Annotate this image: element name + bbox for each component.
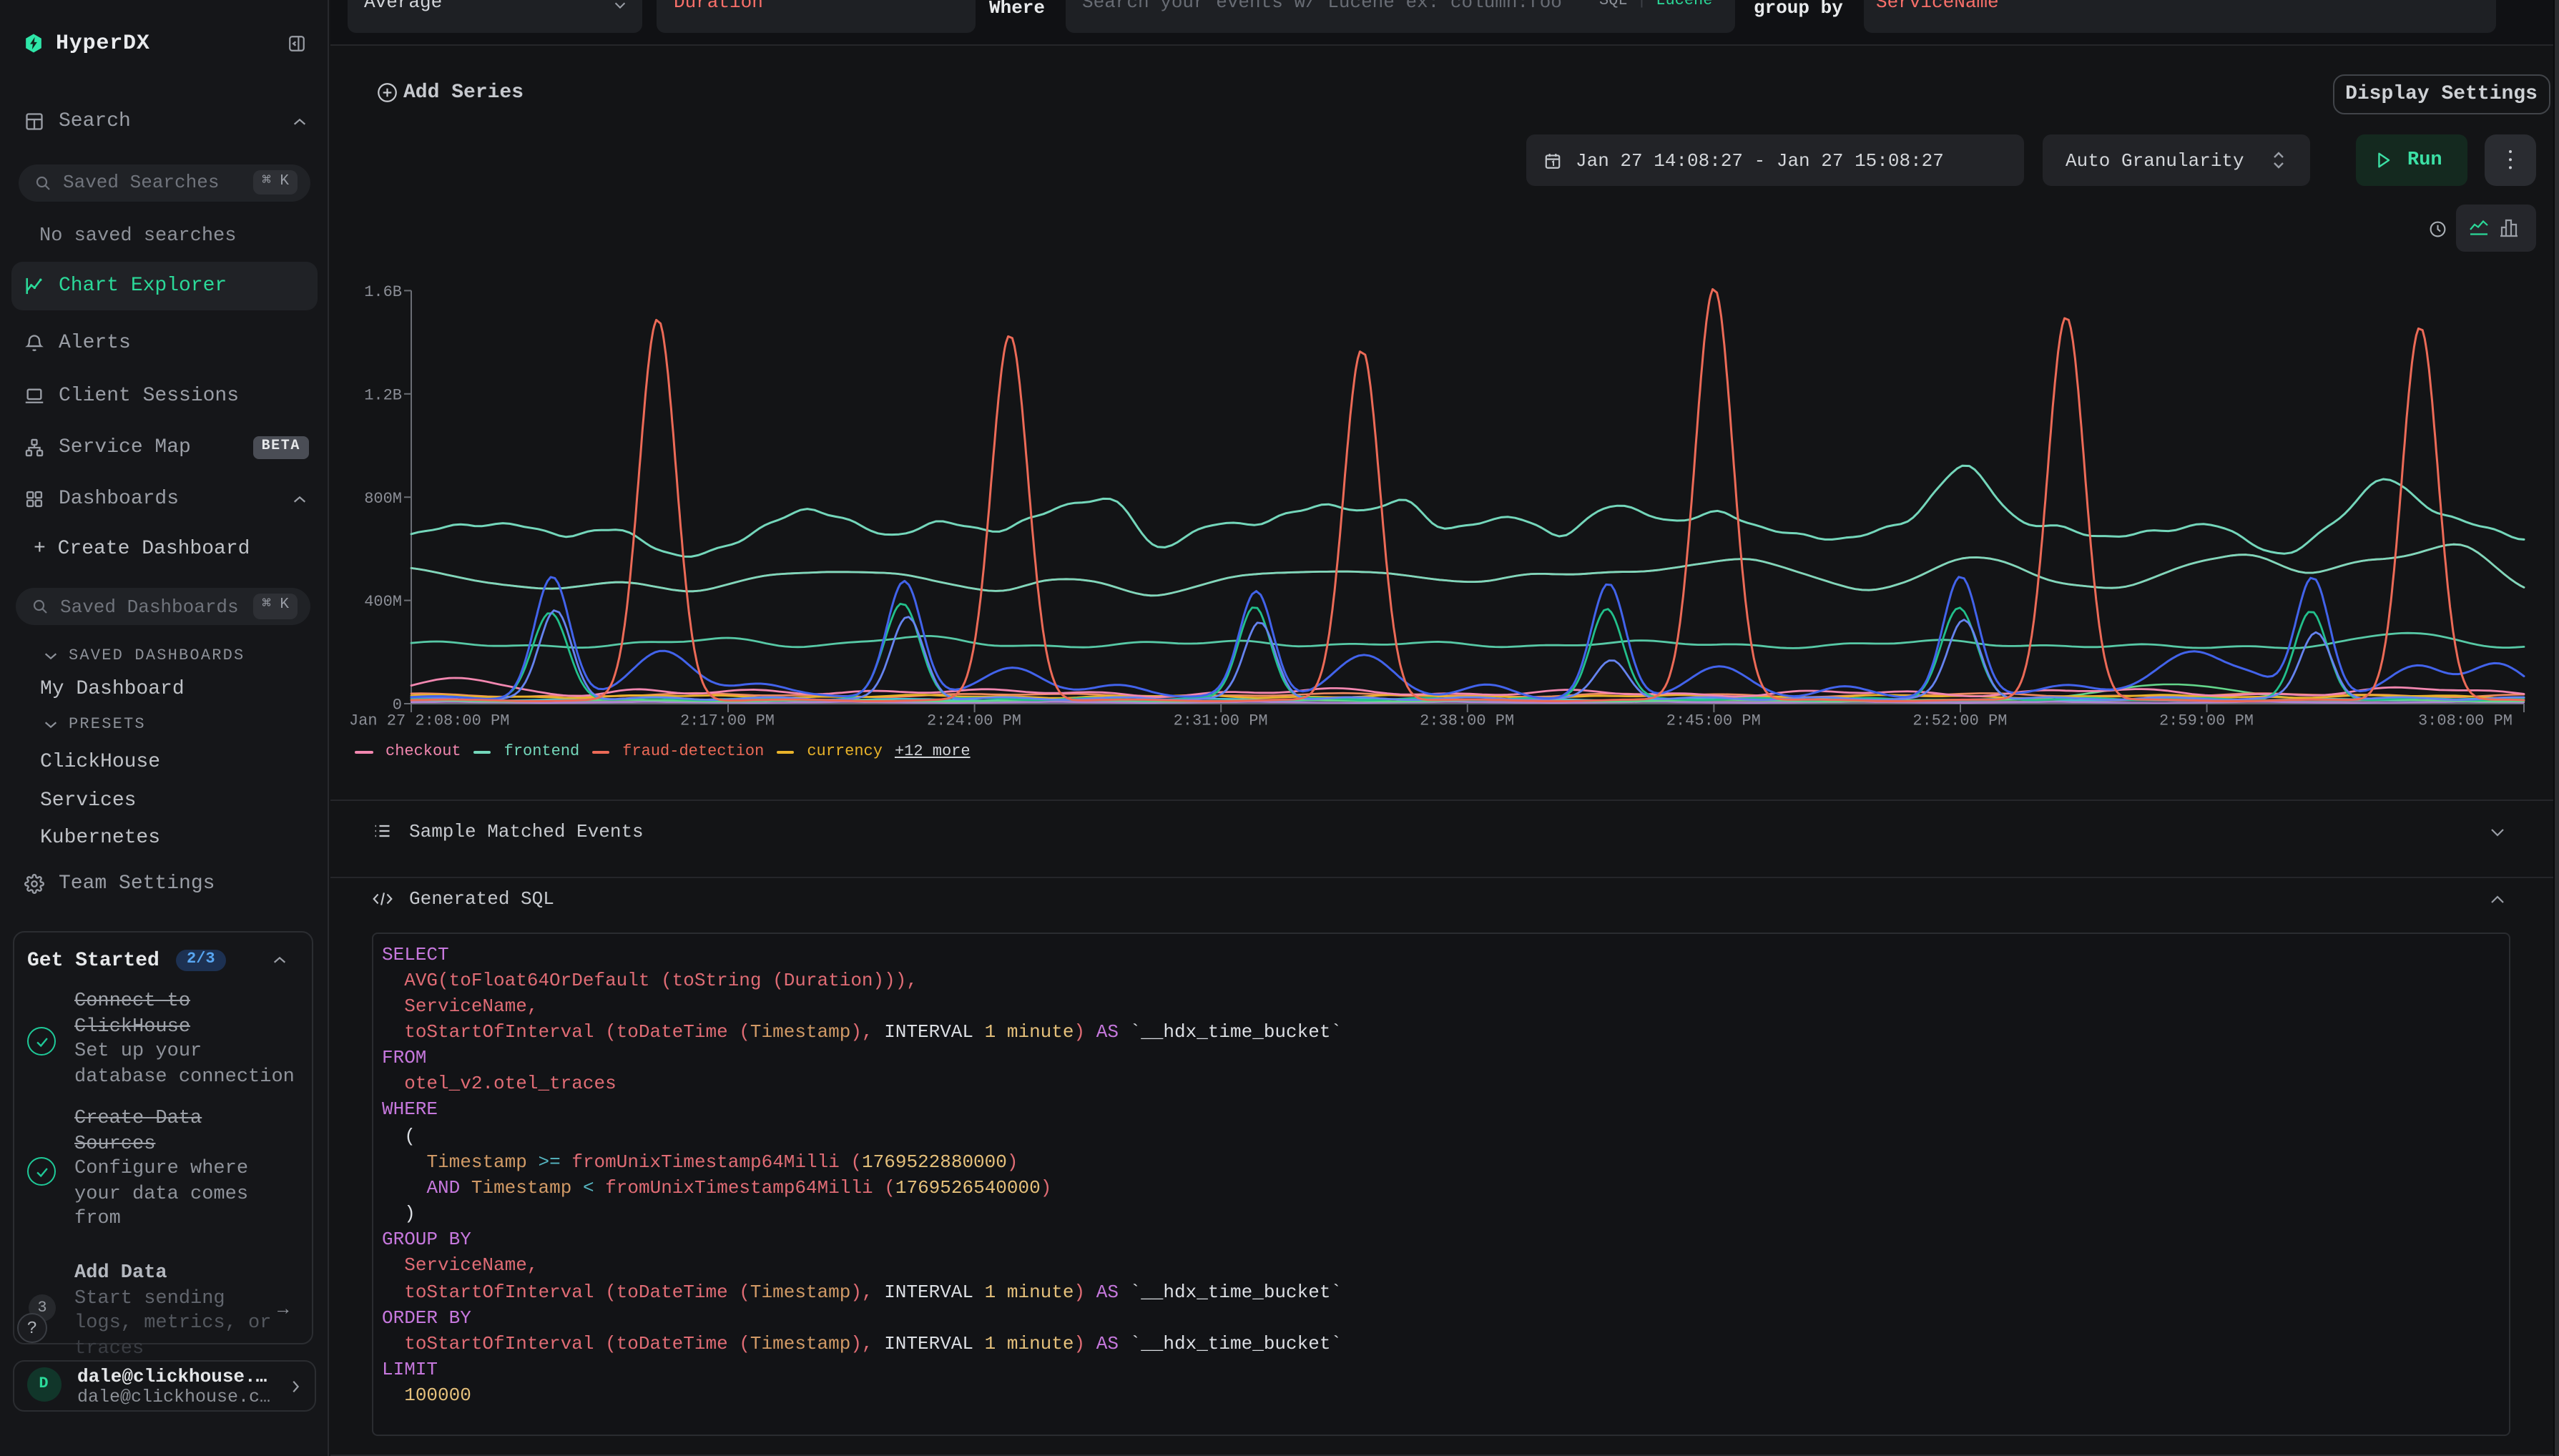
svg-text:3:08:00 PM: 3:08:00 PM (2418, 712, 2513, 730)
svg-text:800M: 800M (364, 490, 402, 508)
svg-text:2:24:00 PM: 2:24:00 PM (927, 712, 1021, 730)
svg-text:1.6B: 1.6B (364, 283, 402, 301)
svg-text:1.2B: 1.2B (364, 386, 402, 404)
svg-text:2:59:00 PM: 2:59:00 PM (2159, 712, 2254, 730)
svg-text:400M: 400M (364, 593, 402, 611)
svg-text:2:17:00 PM: 2:17:00 PM (680, 712, 775, 730)
svg-text:2:38:00 PM: 2:38:00 PM (1420, 712, 1514, 730)
svg-text:2:31:00 PM: 2:31:00 PM (1174, 712, 1268, 730)
svg-text:2:45:00 PM: 2:45:00 PM (1666, 712, 1761, 730)
svg-text:Jan 27 2:08:00 PM: Jan 27 2:08:00 PM (349, 712, 509, 730)
svg-text:2:52:00 PM: 2:52:00 PM (1912, 712, 2007, 730)
